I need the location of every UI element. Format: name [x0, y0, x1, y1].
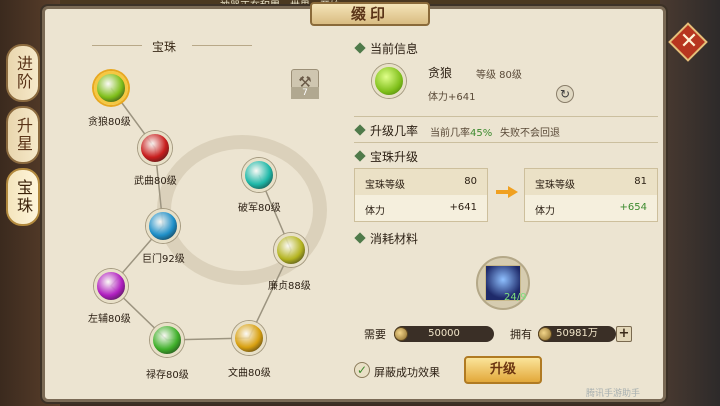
orb-upgrade-title: 宝珠升级: [354, 148, 418, 165]
section-diamond-icon: [354, 232, 366, 244]
orb-label: 贪狼80级: [88, 117, 131, 128]
current-orb-level: 等级 80级: [476, 70, 522, 81]
divider: [354, 142, 658, 143]
add-currency-button[interactable]: +: [616, 326, 632, 342]
orb-label: 破军80级: [238, 203, 281, 214]
orb-node[interactable]: [138, 131, 172, 165]
orb-node[interactable]: [94, 269, 128, 303]
stat-row-level: 宝珠等级 80: [355, 169, 487, 195]
stat-row-stamina: 体力 +641: [365, 202, 477, 217]
current-orb-name: 贪狼: [428, 66, 453, 80]
stat-row-stamina: 体力 +654: [535, 202, 647, 217]
orb-node[interactable]: [94, 71, 128, 105]
cost-have-label: 拥有: [510, 328, 532, 341]
section-diamond-icon: [354, 42, 366, 54]
section-diamond-icon: [354, 124, 366, 136]
upgrade-rate-text: 当前几率45%: [430, 128, 493, 139]
stat-box-next: 宝珠等级 81 体力 +654: [524, 168, 658, 222]
current-orb-stat: 体力+641: [428, 92, 476, 103]
shield-effect-label: 屏蔽成功效果: [374, 366, 440, 379]
orb-node[interactable]: [232, 321, 266, 355]
orb-label: 廉贞88级: [268, 281, 311, 292]
upgrade-button[interactable]: 升级: [464, 356, 542, 384]
coin-icon: [538, 327, 552, 341]
orb-label: 武曲80级: [134, 176, 177, 187]
upgrade-rate-title: 升级几率: [354, 122, 418, 139]
orb-label: 禄存80级: [146, 370, 189, 381]
watermark: 腾讯手游助手: [586, 389, 641, 399]
close-icon[interactable]: ✕: [675, 26, 703, 58]
section-diamond-icon: [354, 150, 366, 162]
orb-label: 巨门92级: [142, 254, 185, 265]
divider: [354, 116, 658, 117]
coin-icon: [394, 327, 408, 341]
stat-box-current: 宝珠等级 80 体力 +641: [354, 168, 488, 222]
upgrade-rate-value: 45%: [470, 128, 493, 139]
shield-effect-checkbox[interactable]: ✓: [354, 362, 370, 378]
orb-label: 文曲80级: [228, 368, 271, 379]
current-orb-icon: [372, 64, 406, 98]
tab-star-up[interactable]: 升星: [6, 106, 40, 164]
cost-need-label: 需要: [364, 328, 386, 341]
tab-advance[interactable]: 进阶: [6, 44, 40, 102]
current-info-title: 当前信息: [354, 40, 418, 57]
orb-node[interactable]: [146, 209, 180, 243]
orb-node[interactable]: [274, 233, 308, 267]
refresh-icon[interactable]: ↻: [556, 85, 574, 103]
panel-title: 缀印: [310, 2, 430, 26]
stat-row-level: 宝珠等级 81: [525, 169, 657, 195]
materials-title: 消耗材料: [354, 230, 418, 247]
material-count: 24/9: [504, 292, 527, 303]
scene-right-pillar: [660, 0, 720, 406]
tab-orb[interactable]: 宝珠: [6, 168, 40, 226]
orb-node[interactable]: [242, 158, 276, 192]
arrow-right-head: [508, 186, 518, 198]
upgrade-rate-note: 失败不会回退: [500, 128, 560, 139]
cost-need-value: 50000: [394, 326, 494, 342]
orb-label: 左辅80级: [88, 314, 131, 325]
orb-node[interactable]: [150, 323, 184, 357]
orb-detail-panel: 当前信息 贪狼 等级 80级 体力+641 ↻ 升级几率 当前几率45% 失败不…: [350, 30, 660, 402]
